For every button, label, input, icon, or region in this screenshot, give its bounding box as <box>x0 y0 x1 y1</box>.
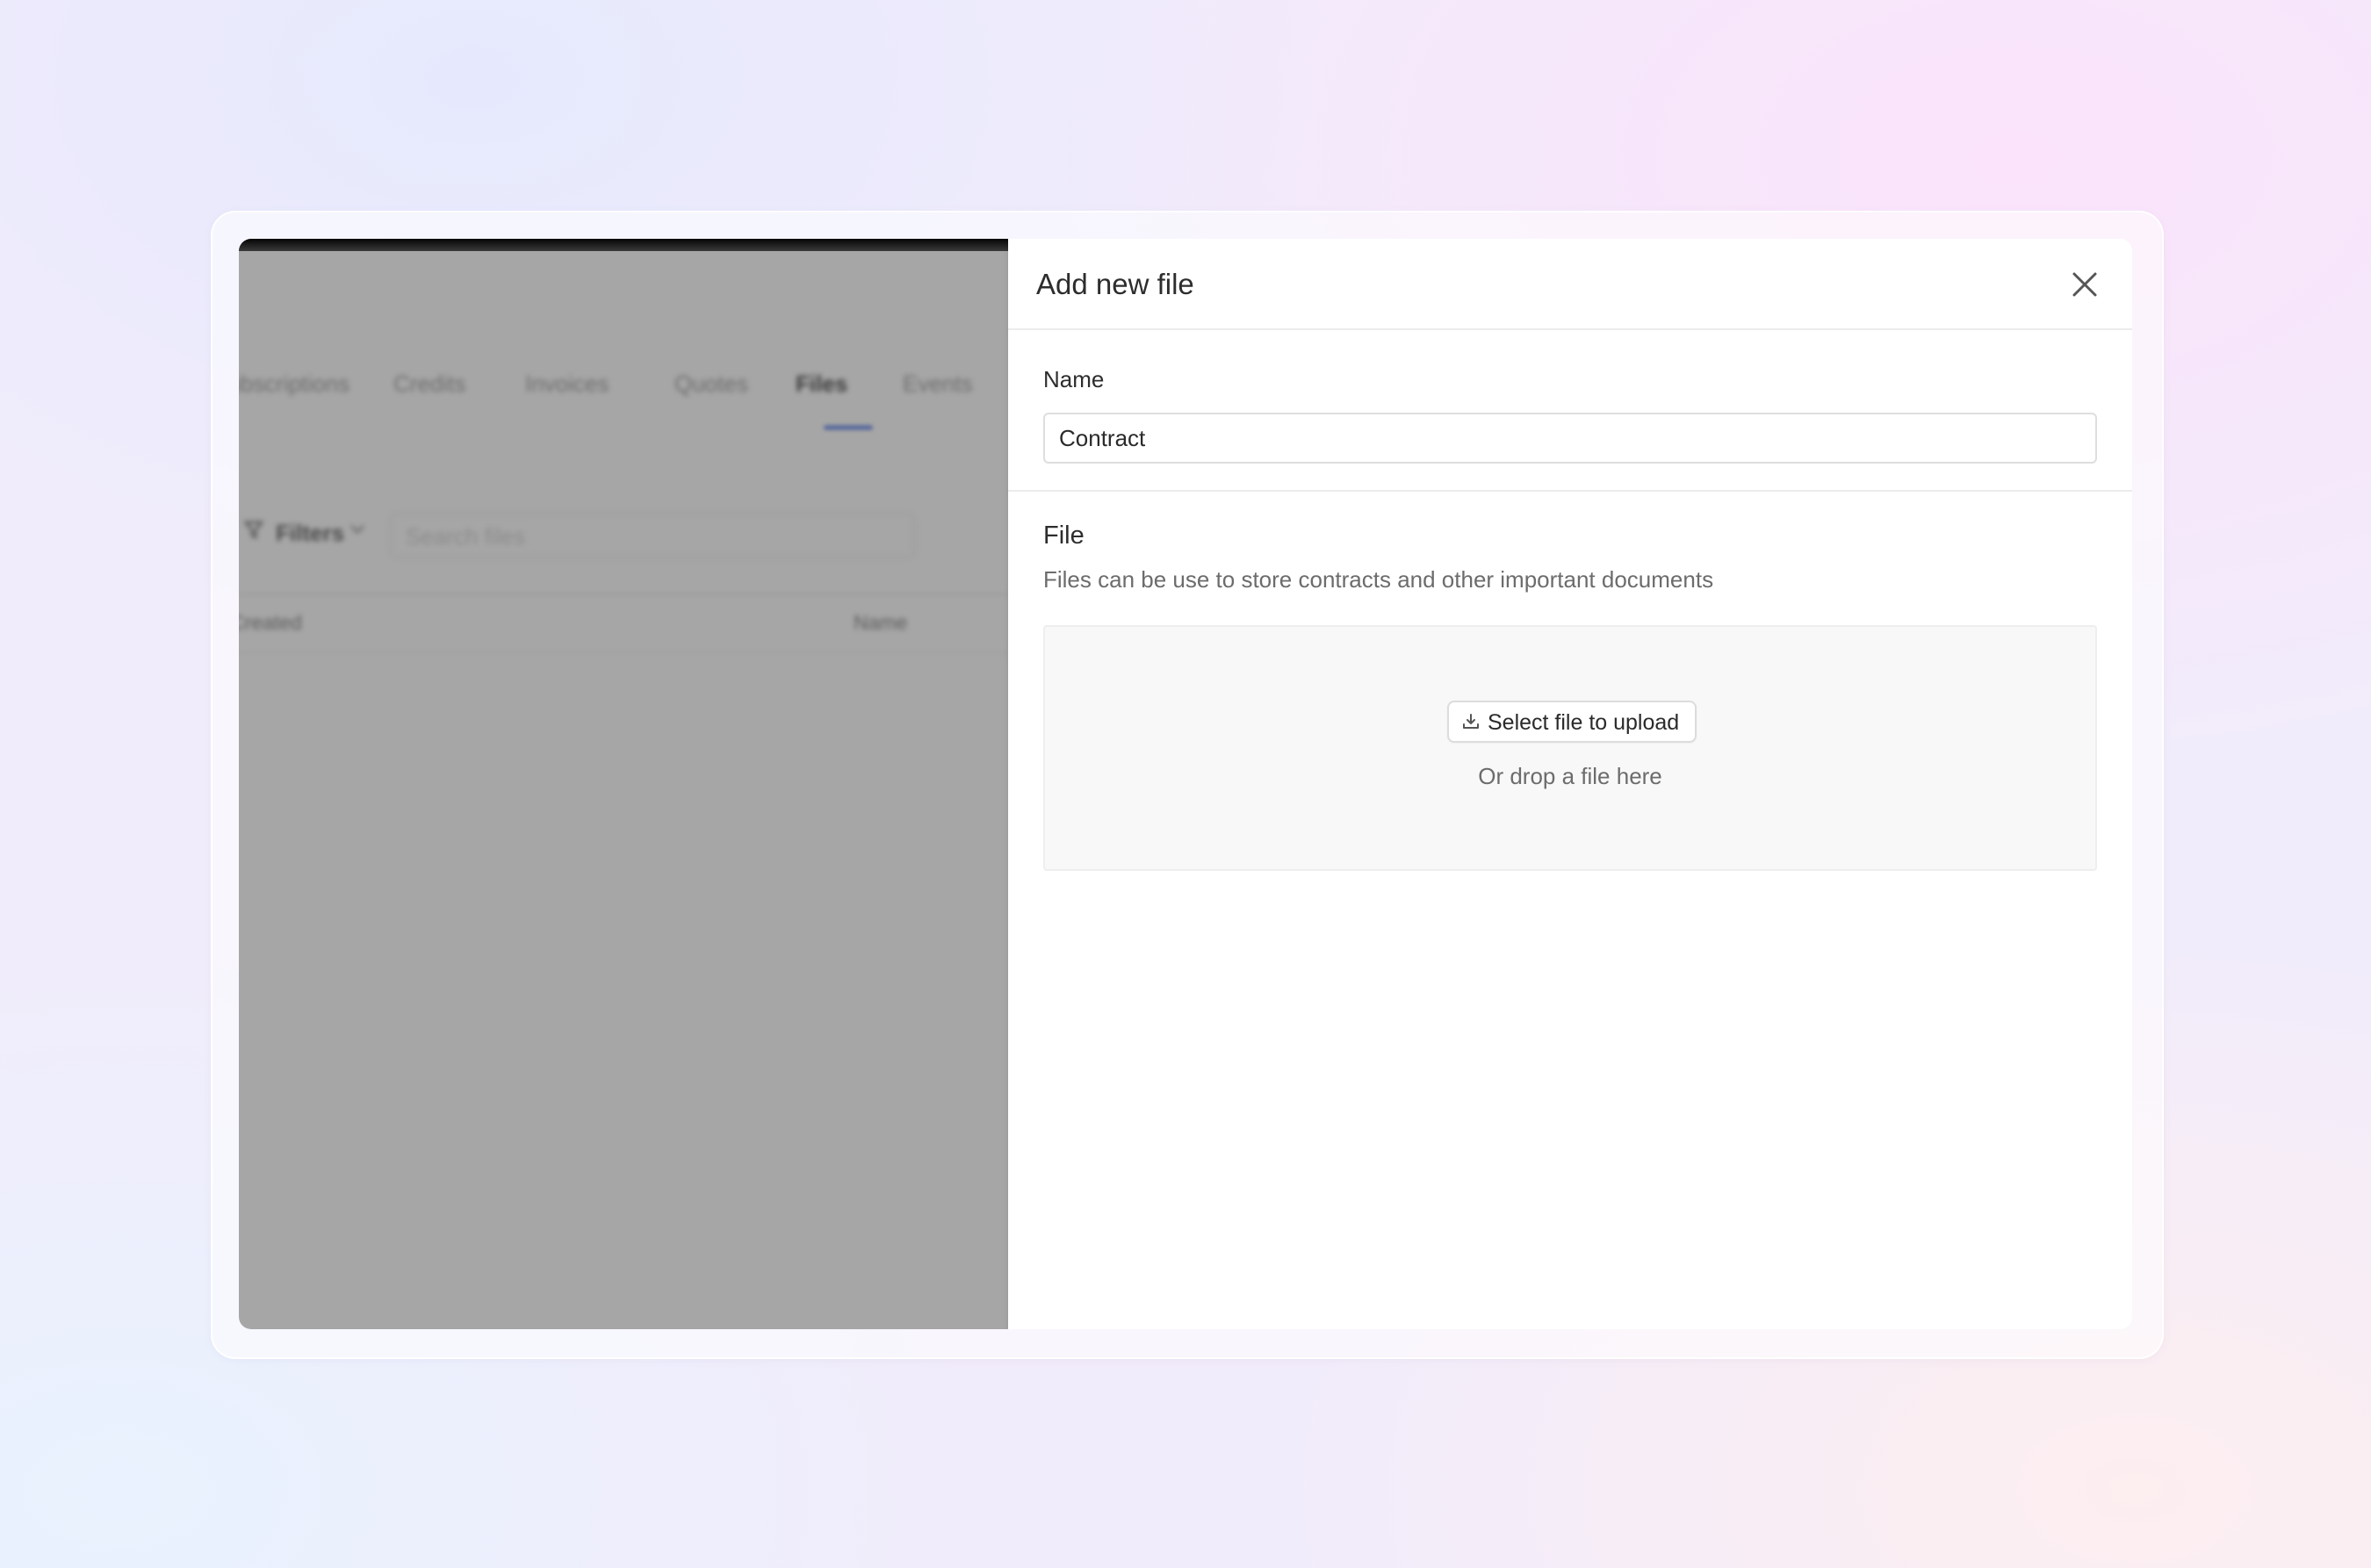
drop-hint: Or drop a file here <box>1478 763 1662 789</box>
active-tab-indicator <box>824 425 873 430</box>
app-screen: Subscriptions Credits Invoices Quotes Fi… <box>239 239 2132 1329</box>
top-bar <box>239 239 1008 251</box>
add-file-drawer: Add new file Name File Files can be use … <box>1008 239 2132 1329</box>
name-label: Name <box>1043 366 1105 392</box>
drawer-header: Add new file <box>1008 239 2132 330</box>
close-icon <box>2072 272 2097 297</box>
file-section-description: Files can be use to store contracts and … <box>1043 566 1714 593</box>
table-divider <box>239 593 1008 595</box>
filters-button[interactable]: Filters <box>239 513 388 557</box>
close-button[interactable] <box>2067 267 2102 302</box>
select-file-button[interactable]: Select file to upload <box>1447 701 1697 743</box>
tab-files[interactable]: Files <box>796 370 847 398</box>
column-header-created[interactable]: Created <box>239 611 302 635</box>
filter-icon <box>243 520 264 547</box>
tab-invoices[interactable]: Invoices <box>525 370 609 398</box>
filters-label: Filters <box>276 520 345 546</box>
tab-subscriptions[interactable]: Subscriptions <box>239 370 350 398</box>
tab-quotes[interactable]: Quotes <box>674 370 748 398</box>
section-divider <box>1008 490 2132 492</box>
table-divider <box>239 651 1008 653</box>
download-tray-icon <box>1463 714 1479 729</box>
chevron-down-icon <box>348 518 367 545</box>
background-overlay[interactable]: Subscriptions Credits Invoices Quotes Fi… <box>239 239 1008 1329</box>
name-field[interactable] <box>1043 413 2097 464</box>
drawer-title: Add new file <box>1036 268 1194 300</box>
search-input[interactable]: Search files <box>390 513 915 558</box>
select-file-label: Select file to upload <box>1488 710 1680 735</box>
tab-events[interactable]: Events <box>903 370 973 398</box>
column-header-name[interactable]: Name <box>854 611 907 635</box>
tab-credits[interactable]: Credits <box>393 370 465 398</box>
file-dropzone[interactable]: Select file to upload Or drop a file her… <box>1043 625 2097 871</box>
file-section-title: File <box>1043 521 1085 550</box>
